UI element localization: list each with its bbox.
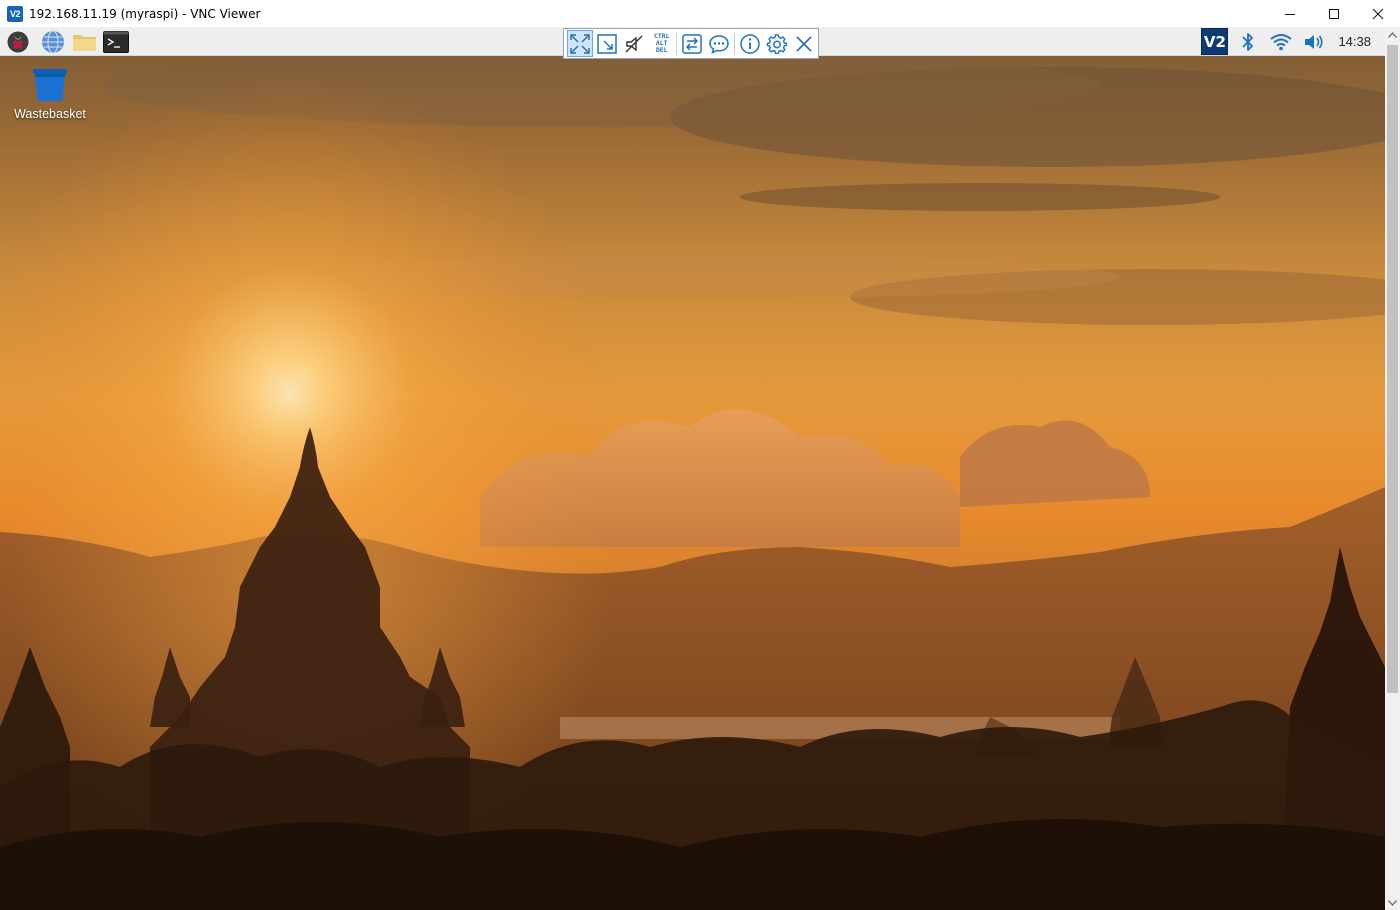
minimize-button[interactable] [1268, 0, 1312, 27]
maximize-button[interactable] [1312, 0, 1356, 27]
maximize-icon [1329, 8, 1339, 19]
raspberry-menu-button[interactable] [4, 29, 32, 55]
terminal-icon [103, 31, 129, 53]
system-tray: V2 14:38 [1198, 27, 1385, 56]
toolbar-separator [733, 32, 735, 55]
remote-desktop[interactable]: V2 14:38 CTRL ALT DEL Wastebasket [0, 27, 1385, 910]
close-toolbar-button[interactable] [791, 30, 817, 57]
desktop-wallpaper [0, 27, 1385, 910]
fullscreen-icon [569, 33, 590, 54]
wifi-button[interactable] [1264, 27, 1297, 56]
fullscreen-button[interactable] [566, 30, 593, 57]
bluetooth-button[interactable] [1231, 27, 1264, 56]
window-title: 192.168.11.19 (myraspi) - VNC Viewer [29, 6, 261, 21]
chat-button[interactable] [706, 30, 732, 57]
wastebasket-icon [33, 69, 67, 101]
audio-button[interactable] [621, 30, 647, 57]
vnc-toolbar: CTRL ALT DEL [563, 28, 819, 59]
info-icon [739, 33, 760, 54]
window-controls [1268, 0, 1400, 27]
chevron-up-icon [1388, 31, 1397, 38]
file-transfer-button[interactable] [679, 30, 705, 57]
close-icon [796, 35, 812, 52]
scroll-down-arrow[interactable] [1385, 895, 1400, 910]
folder-icon [73, 35, 96, 51]
clock[interactable]: 14:38 [1330, 34, 1385, 49]
chevron-down-icon [1388, 899, 1397, 906]
desktop-icon-label: Wastebasket [14, 107, 86, 121]
raspberry-icon [7, 31, 29, 53]
scrollbar-thumb[interactable] [1387, 45, 1398, 693]
window-title-bar[interactable]: V2 192.168.11.19 (myraspi) - VNC Viewer [0, 0, 1400, 27]
scale-button[interactable] [594, 30, 620, 57]
globe-icon [42, 30, 64, 54]
scroll-up-arrow[interactable] [1385, 27, 1400, 42]
vnc-server-icon: V2 [1201, 28, 1229, 55]
web-browser-button[interactable] [39, 29, 67, 55]
vnc-server-tray-button[interactable]: V2 [1198, 27, 1231, 56]
ctrl-alt-del-button[interactable]: CTRL ALT DEL [649, 30, 675, 57]
close-icon [1372, 8, 1384, 19]
toolbar-separator [676, 32, 678, 55]
file-manager-button[interactable] [71, 29, 99, 55]
volume-icon [1304, 34, 1323, 49]
settings-button[interactable] [764, 30, 790, 57]
chat-icon [709, 34, 730, 54]
file-transfer-icon [682, 33, 702, 54]
mute-speaker-icon [625, 35, 643, 52]
info-button[interactable] [736, 30, 762, 57]
del-label: DEL [655, 46, 668, 54]
terminal-button[interactable] [102, 29, 130, 55]
ctrl-alt-del-icon: CTRL ALT DEL [654, 33, 670, 54]
close-button[interactable] [1356, 0, 1400, 27]
minimize-icon [1285, 13, 1295, 15]
volume-button[interactable] [1297, 27, 1330, 56]
wifi-icon [1270, 33, 1292, 50]
scale-icon [597, 33, 617, 54]
bluetooth-icon [1242, 32, 1253, 51]
gear-icon [766, 33, 788, 54]
vertical-scrollbar[interactable] [1385, 27, 1400, 910]
desktop-icon-wastebasket[interactable]: Wastebasket [8, 67, 92, 121]
vnc-viewer-app-icon: V2 [7, 5, 23, 22]
